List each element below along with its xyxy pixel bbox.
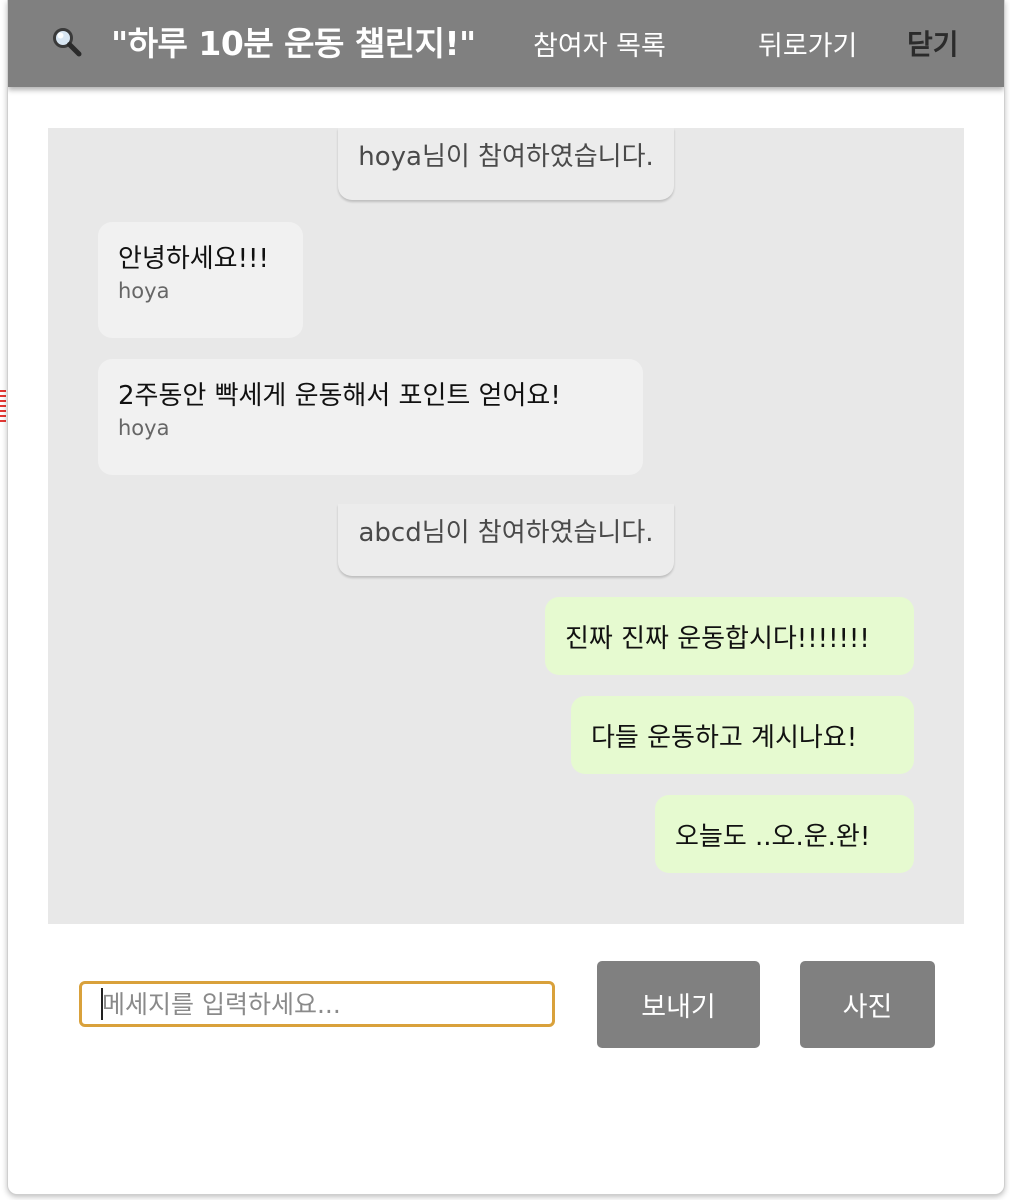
sent-message: 진짜 진짜 운동합시다!!!!!!! <box>545 597 914 675</box>
message-text: 진짜 진짜 운동합시다!!!!!!! <box>565 623 870 654</box>
send-button[interactable]: 보내기 <box>597 961 760 1048</box>
message-author: hoya <box>118 416 170 441</box>
received-message: 2주동안 빡세게 운동해서 포인트 얻어요! hoya <box>98 359 643 475</box>
chat-header: "하루 10분 운동 챌린지!" 참여자 목록 뒤로가기 닫기 <box>8 0 1004 87</box>
received-message: 안녕하세요!!! hoya <box>98 222 303 338</box>
close-link[interactable]: 닫기 <box>907 23 959 63</box>
search-icon[interactable] <box>50 25 84 59</box>
chat-title: "하루 10분 운동 챌린지!" <box>111 24 476 63</box>
text-caret <box>101 988 103 1020</box>
chat-modal: "하루 10분 운동 챌린지!" 참여자 목록 뒤로가기 닫기 hoya님이 참… <box>7 0 1005 1195</box>
page-edge-marker <box>0 390 6 424</box>
message-text: 2주동안 빡세게 운동해서 포인트 얻어요! <box>118 381 561 411</box>
sent-message: 다들 운동하고 계시나요! <box>571 696 914 774</box>
message-text: 안녕하세요!!! <box>118 244 269 274</box>
chat-messages-area[interactable]: hoya님이 참여하였습니다. 안녕하세요!!! hoya 2주동안 빡세게 운… <box>48 128 964 924</box>
back-link[interactable]: 뒤로가기 <box>758 24 857 63</box>
sent-message: 오늘도 ..오.운.완! <box>655 795 914 873</box>
system-message: hoya님이 참여하였습니다. <box>338 128 674 200</box>
system-message-text: abcd님이 참여하였습니다. <box>358 518 654 548</box>
message-author: hoya <box>118 279 170 304</box>
photo-button[interactable]: 사진 <box>800 961 935 1048</box>
message-text: 오늘도 ..오.운.완! <box>675 821 871 852</box>
participants-list-link[interactable]: 참여자 목록 <box>533 24 666 63</box>
system-message: abcd님이 참여하였습니다. <box>338 504 674 576</box>
message-input[interactable] <box>79 981 555 1027</box>
system-message-text: hoya님이 참여하였습니다. <box>358 142 654 172</box>
message-text: 다들 운동하고 계시나요! <box>591 722 858 753</box>
